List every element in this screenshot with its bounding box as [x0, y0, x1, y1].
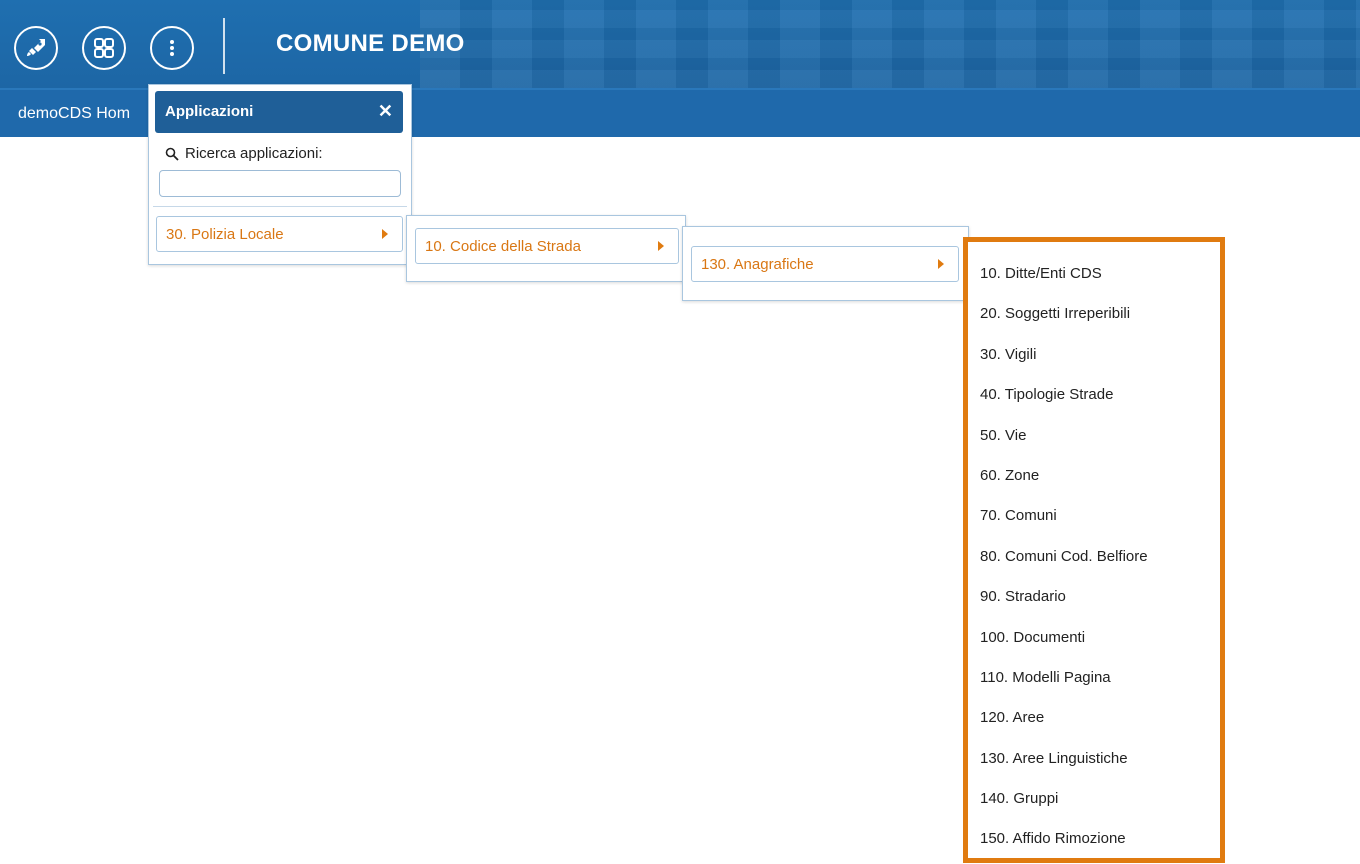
apps-grid-button[interactable]: [82, 26, 126, 70]
search-label-text: Ricerca applicazioni:: [185, 145, 323, 162]
list-item[interactable]: 140. Gruppi: [968, 779, 1220, 819]
menu-item-codice-della-strada[interactable]: 10. Codice della Strada: [415, 228, 679, 264]
list-item[interactable]: 10. Ditte/Enti CDS: [968, 254, 1220, 294]
more-vertical-icon: [170, 40, 174, 56]
applications-panel-header: Applicazioni ✕: [155, 91, 403, 133]
applications-panel-title: Applicazioni: [165, 103, 254, 120]
search-icon: [165, 147, 179, 161]
caret-right-icon: [658, 241, 664, 251]
list-item[interactable]: 100. Documenti: [968, 618, 1220, 658]
list-item[interactable]: 120. Aree: [968, 698, 1220, 738]
submenu-codice-strada: 10. Codice della Strada: [406, 215, 686, 282]
breadcrumb[interactable]: demoCDS Hom: [18, 105, 130, 123]
header-divider: [223, 18, 225, 74]
app-title: COMUNE DEMO: [276, 30, 465, 57]
grid-icon: [94, 38, 114, 58]
list-item[interactable]: 90. Stradario: [968, 577, 1220, 617]
close-icon[interactable]: ✕: [378, 101, 393, 122]
menu-item-polizia-locale[interactable]: 30. Polizia Locale: [156, 216, 403, 252]
list-item[interactable]: 20. Soggetti Irreperibili: [968, 294, 1220, 334]
menu-item-label: 30. Polizia Locale: [166, 226, 284, 243]
more-options-button[interactable]: [150, 26, 194, 70]
launcher-button[interactable]: [14, 26, 58, 70]
rocket-icon: [27, 39, 45, 56]
menu-item-anagrafiche[interactable]: 130. Anagrafiche: [691, 246, 959, 282]
anagrafiche-list: 10. Ditte/Enti CDS 20. Soggetti Irreperi…: [968, 254, 1220, 860]
submenu-anagrafiche: 130. Anagrafiche: [682, 226, 969, 301]
submenu-anagrafiche-items: 10. Ditte/Enti CDS 20. Soggetti Irreperi…: [963, 237, 1225, 863]
menu-item-label: 10. Codice della Strada: [425, 238, 581, 255]
caret-right-icon: [382, 229, 388, 239]
list-item[interactable]: 70. Comuni: [968, 496, 1220, 536]
list-item[interactable]: 110. Modelli Pagina: [968, 658, 1220, 698]
header-background-texture: [420, 0, 1360, 88]
divider: [153, 206, 407, 207]
top-header-bar: COMUNE DEMO: [0, 0, 1360, 88]
list-item[interactable]: 60. Zone: [968, 456, 1220, 496]
list-item[interactable]: 150. Affido Rimozione: [968, 819, 1220, 859]
caret-right-icon: [938, 259, 944, 269]
list-item[interactable]: 80. Comuni Cod. Belfiore: [968, 537, 1220, 577]
list-item[interactable]: 130. Aree Linguistiche: [968, 739, 1220, 779]
list-item[interactable]: 40. Tipologie Strade: [968, 375, 1220, 415]
menu-item-label: 130. Anagrafiche: [701, 256, 814, 273]
search-label: Ricerca applicazioni:: [165, 145, 323, 162]
search-input[interactable]: [159, 170, 401, 197]
list-item[interactable]: 30. Vigili: [968, 335, 1220, 375]
applications-panel: Applicazioni ✕ Ricerca applicazioni: 30.…: [148, 84, 412, 265]
list-item[interactable]: 50. Vie: [968, 416, 1220, 456]
